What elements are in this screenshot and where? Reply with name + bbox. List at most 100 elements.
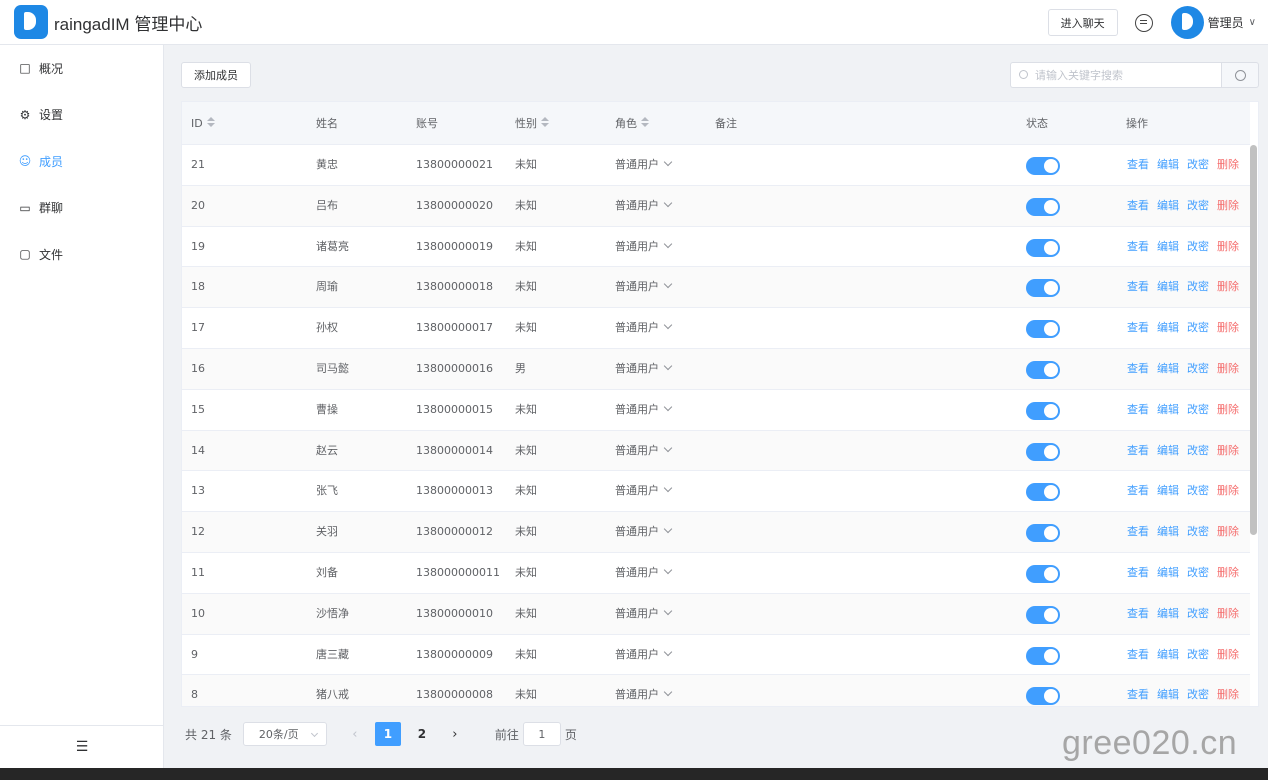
view-link[interactable]: 查看 (1127, 186, 1149, 226)
chevron-down-icon[interactable] (663, 361, 673, 371)
change-password-link[interactable]: 改密 (1187, 308, 1209, 348)
delete-link[interactable]: 删除 (1217, 267, 1239, 307)
sidebar-item-4[interactable]: ▢ 文件 (0, 231, 163, 278)
sort-icon[interactable] (541, 117, 549, 129)
status-toggle[interactable] (1026, 197, 1060, 216)
role-select[interactable]: 普通用户 (615, 308, 673, 348)
role-select[interactable]: 普通用户 (615, 594, 673, 634)
status-toggle[interactable] (1026, 401, 1060, 420)
chevron-down-icon[interactable] (663, 484, 673, 493)
status-toggle[interactable] (1026, 524, 1060, 543)
edit-link[interactable]: 编辑 (1157, 145, 1179, 185)
delete-link[interactable]: 删除 (1217, 635, 1239, 675)
chevron-down-icon[interactable] (663, 443, 673, 452)
enter-chat-button[interactable]: 进入聊天 (1047, 9, 1118, 36)
chevron-down-icon[interactable] (663, 688, 673, 697)
chevron-down-icon[interactable] (663, 198, 673, 208)
delete-link[interactable]: 删除 (1217, 471, 1239, 511)
view-link[interactable]: 查看 (1127, 145, 1149, 185)
avatar[interactable] (1170, 6, 1204, 39)
chevron-down-icon[interactable] (663, 524, 673, 534)
role-select[interactable]: 普通用户 (615, 431, 673, 471)
chevron-left-icon[interactable]: ‹ (345, 722, 365, 746)
role-select[interactable]: 普通用户 (615, 227, 673, 267)
status-toggle[interactable] (1026, 320, 1060, 339)
sort-icon[interactable] (206, 117, 215, 129)
role-select[interactable]: 普通用户 (615, 553, 673, 593)
add-member-button[interactable]: 添加成员 (181, 62, 251, 88)
column-header-id[interactable]: ID (191, 102, 215, 145)
edit-link[interactable]: 编辑 (1157, 431, 1179, 471)
delete-link[interactable]: 删除 (1217, 553, 1239, 593)
view-link[interactable]: 查看 (1127, 227, 1149, 267)
change-password-link[interactable]: 改密 (1187, 349, 1209, 389)
role-select[interactable]: 普通用户 (615, 675, 673, 706)
view-link[interactable]: 查看 (1127, 267, 1149, 307)
edit-link[interactable]: 编辑 (1157, 267, 1179, 307)
view-link[interactable]: 查看 (1127, 553, 1149, 593)
vertical-scrollbar[interactable] (1250, 145, 1257, 535)
chevron-down-icon[interactable] (663, 320, 673, 330)
edit-link[interactable]: 编辑 (1157, 471, 1179, 511)
edit-link[interactable]: 编辑 (1157, 308, 1179, 348)
edit-link[interactable]: 编辑 (1157, 349, 1179, 389)
role-select[interactable]: 普通用户 (615, 512, 673, 552)
message-icon[interactable] (1134, 13, 1153, 32)
search-button[interactable] (1221, 62, 1259, 88)
role-select[interactable]: 普通用户 (615, 145, 673, 185)
change-password-link[interactable]: 改密 (1187, 227, 1209, 267)
delete-link[interactable]: 删除 (1217, 186, 1239, 226)
view-link[interactable]: 查看 (1127, 675, 1149, 706)
status-toggle[interactable] (1026, 605, 1060, 624)
status-toggle[interactable] (1026, 483, 1060, 502)
view-link[interactable]: 查看 (1127, 390, 1149, 430)
delete-link[interactable]: 删除 (1217, 390, 1239, 430)
status-toggle[interactable] (1026, 646, 1060, 665)
change-password-link[interactable]: 改密 (1187, 675, 1209, 706)
edit-link[interactable]: 编辑 (1157, 675, 1179, 706)
change-password-link[interactable]: 改密 (1187, 145, 1209, 185)
sidebar-item-1[interactable]: ⚙ 设置 (0, 92, 163, 139)
chevron-down-icon[interactable] (663, 157, 673, 167)
column-header-gender[interactable]: 性别 (515, 102, 549, 145)
view-link[interactable]: 查看 (1127, 308, 1149, 348)
edit-link[interactable]: 编辑 (1157, 390, 1179, 430)
status-toggle[interactable] (1026, 360, 1060, 379)
delete-link[interactable]: 删除 (1217, 308, 1239, 348)
view-link[interactable]: 查看 (1127, 512, 1149, 552)
edit-link[interactable]: 编辑 (1157, 186, 1179, 226)
status-toggle[interactable] (1026, 442, 1060, 461)
goto-page-input[interactable] (522, 722, 561, 746)
collapse-menu-icon[interactable]: ☰ (0, 725, 164, 768)
delete-link[interactable]: 删除 (1217, 349, 1239, 389)
change-password-link[interactable]: 改密 (1187, 390, 1209, 430)
delete-link[interactable]: 删除 (1217, 675, 1239, 706)
chevron-down-icon[interactable] (663, 606, 673, 616)
chevron-down-icon[interactable] (663, 280, 673, 289)
change-password-link[interactable]: 改密 (1187, 553, 1209, 593)
status-toggle[interactable] (1026, 564, 1060, 583)
page-number[interactable]: 1 (374, 722, 401, 746)
chevron-down-icon[interactable] (663, 565, 673, 575)
delete-link[interactable]: 删除 (1217, 431, 1239, 471)
view-link[interactable]: 查看 (1127, 471, 1149, 511)
edit-link[interactable]: 编辑 (1157, 227, 1179, 267)
edit-link[interactable]: 编辑 (1157, 512, 1179, 552)
change-password-link[interactable]: 改密 (1187, 186, 1209, 226)
change-password-link[interactable]: 改密 (1187, 635, 1209, 675)
role-select[interactable]: 普通用户 (615, 635, 673, 675)
edit-link[interactable]: 编辑 (1157, 594, 1179, 634)
chevron-down-icon[interactable] (663, 239, 673, 248)
page-number[interactable]: 2 (409, 722, 435, 746)
chevron-right-icon[interactable]: › (445, 722, 465, 746)
status-toggle[interactable] (1026, 157, 1060, 175)
status-toggle[interactable] (1026, 238, 1060, 257)
delete-link[interactable]: 删除 (1217, 594, 1239, 634)
delete-link[interactable]: 删除 (1217, 227, 1239, 267)
change-password-link[interactable]: 改密 (1187, 512, 1209, 552)
view-link[interactable]: 查看 (1127, 349, 1149, 389)
view-link[interactable]: 查看 (1127, 431, 1149, 471)
sort-icon[interactable] (641, 117, 649, 129)
change-password-link[interactable]: 改密 (1187, 471, 1209, 511)
role-select[interactable]: 普通用户 (615, 267, 673, 307)
